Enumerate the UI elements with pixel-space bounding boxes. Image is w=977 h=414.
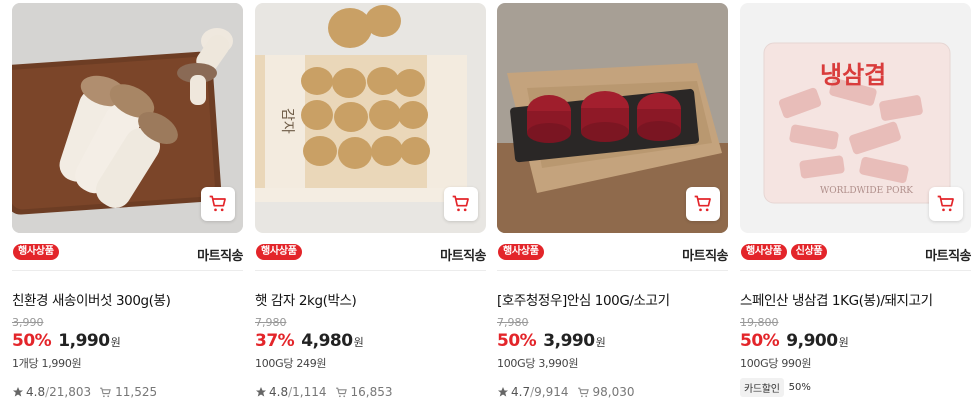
add-to-cart-button[interactable] xyxy=(686,187,720,221)
cart-count-icon xyxy=(100,387,111,397)
rating-value: 4.7 xyxy=(511,385,531,399)
add-to-cart-button[interactable] xyxy=(444,187,478,221)
badge-group: 행사상품 xyxy=(13,244,59,260)
sale-price: 3,990 xyxy=(543,331,595,351)
original-price: 3,990 xyxy=(12,316,44,329)
shipping-label: 마트직송 xyxy=(925,249,971,264)
divider xyxy=(497,270,728,271)
original-price: 7,980 xyxy=(497,316,529,329)
divider xyxy=(740,270,971,271)
product-image[interactable] xyxy=(12,3,243,233)
review-count: 9,914 xyxy=(534,385,569,399)
product-name[interactable]: 스페인산 냉삼겹 1KG(봉)/돼지고기 xyxy=(740,289,933,309)
card-discount-tag: 카드할인 xyxy=(740,378,784,397)
product-card[interactable]: 냉삼겹 WORLDWIDE PORK 행사상품 신상품 마트직송 스페인산 냉삼… xyxy=(740,3,971,397)
product-stats: 4.8 / 21,803 11,525 xyxy=(12,385,157,399)
rating-value: 4.8 xyxy=(269,385,289,399)
price-line: 37% 4,980원 xyxy=(255,331,364,351)
review-count: 1,114 xyxy=(292,385,327,399)
currency: 원 xyxy=(595,336,606,349)
add-to-cart-button[interactable] xyxy=(201,187,235,221)
currency: 원 xyxy=(110,336,121,349)
product-name[interactable]: 햇 감자 2kg(박스) xyxy=(255,289,357,309)
svg-text:감자: 감자 xyxy=(279,108,295,134)
add-to-cart-button[interactable] xyxy=(929,187,963,221)
product-grid: 행사상품 마트직송 친환경 새송이버섯 300g(봉) 3,990 50% 1,… xyxy=(0,0,977,414)
cart-icon xyxy=(209,195,226,212)
cart-count: 16,853 xyxy=(350,385,393,399)
svg-text:WORLDWIDE PORK: WORLDWIDE PORK xyxy=(820,186,913,196)
cart-count: 98,030 xyxy=(592,385,635,399)
shipping-label: 마트직송 xyxy=(440,249,486,264)
cart-count-icon xyxy=(335,387,347,397)
badge-group: 행사상품 xyxy=(256,244,302,260)
star-icon xyxy=(498,387,508,397)
currency: 원 xyxy=(838,336,849,349)
event-badge: 행사상품 xyxy=(498,244,544,260)
unit-price: 100G당 3,990원 xyxy=(497,357,579,370)
product-stats: 4.7 / 9,914 98,030 xyxy=(497,385,635,399)
divider xyxy=(255,270,486,271)
product-card[interactable]: 행사상품 마트직송 [호주청정우]안심 100G/소고기 7,980 50% 3… xyxy=(497,3,728,399)
new-product-badge: 신상품 xyxy=(790,244,828,260)
price-line: 50% 3,990원 xyxy=(497,331,606,351)
product-image[interactable] xyxy=(497,3,728,233)
original-price: 7,980 xyxy=(255,316,287,329)
product-stats: 4.8 / 1,114 16,853 xyxy=(255,385,393,399)
shipping-label: 마트직송 xyxy=(682,249,728,264)
product-name[interactable]: [호주청정우]안심 100G/소고기 xyxy=(497,289,670,309)
price-line: 50% 9,900원 xyxy=(740,331,849,351)
cart-count-icon xyxy=(577,387,589,397)
product-image[interactable]: 냉삼겹 WORLDWIDE PORK xyxy=(740,3,971,233)
unit-price: 1개당 1,990원 xyxy=(12,357,82,370)
event-badge: 행사상품 xyxy=(741,244,787,260)
price-line: 50% 1,990원 xyxy=(12,331,121,351)
shipping-label: 마트직송 xyxy=(197,249,243,264)
review-count: 21,803 xyxy=(49,385,92,399)
original-price: 19,800 xyxy=(740,316,779,329)
badge-group: 행사상품 xyxy=(498,244,544,260)
star-icon xyxy=(256,387,266,397)
unit-price: 100G당 249원 xyxy=(255,357,327,370)
sale-price: 1,990 xyxy=(58,331,110,351)
unit-price: 100G당 990원 xyxy=(740,357,812,370)
svg-text:냉삼겹: 냉삼겹 xyxy=(820,61,886,89)
star-icon xyxy=(13,387,23,397)
discount-rate: 50% xyxy=(12,331,52,351)
product-name[interactable]: 친환경 새송이버섯 300g(봉) xyxy=(12,289,171,309)
sale-price: 9,900 xyxy=(786,331,838,351)
badge-group: 행사상품 신상품 xyxy=(741,244,828,260)
card-discount-rate: 50% xyxy=(788,382,811,393)
cart-icon xyxy=(694,195,711,212)
currency: 원 xyxy=(353,336,364,349)
product-card[interactable]: 행사상품 마트직송 친환경 새송이버섯 300g(봉) 3,990 50% 1,… xyxy=(12,3,243,399)
rating-value: 4.8 xyxy=(26,385,46,399)
event-badge: 행사상품 xyxy=(13,244,59,260)
cart-icon xyxy=(937,195,954,212)
event-badge: 행사상품 xyxy=(256,244,302,260)
product-image[interactable]: 감자 xyxy=(255,3,486,233)
sale-price: 4,980 xyxy=(301,331,353,351)
discount-rate: 50% xyxy=(740,331,780,351)
product-card[interactable]: 감자 행사상품 마트직송 햇 감자 2kg(박스) 7,980 37% 4,98… xyxy=(255,3,486,399)
cart-icon xyxy=(452,195,469,212)
divider xyxy=(12,270,243,271)
discount-rate: 50% xyxy=(497,331,537,351)
cart-count: 11,525 xyxy=(115,385,158,399)
discount-rate: 37% xyxy=(255,331,295,351)
card-discount: 카드할인 50% xyxy=(740,378,811,397)
